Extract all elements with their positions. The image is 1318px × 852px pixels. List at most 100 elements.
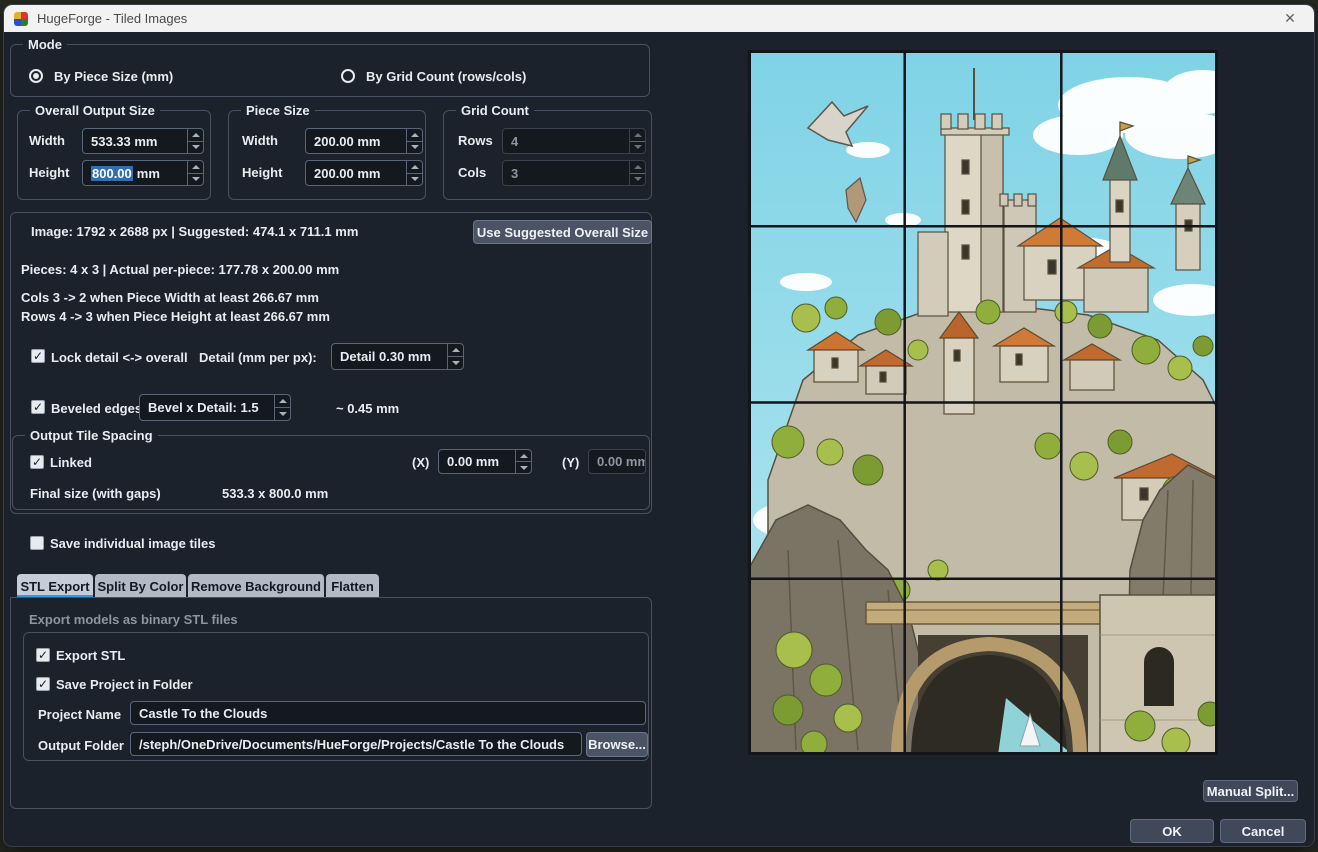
linked-checkbox[interactable] (30, 455, 44, 469)
beveled-edges-checkbox[interactable] (31, 400, 45, 414)
tab-split-by-color[interactable]: Split By Color (95, 574, 186, 598)
project-name-label: Project Name (38, 706, 121, 723)
by-grid-count-radio[interactable] (341, 69, 355, 83)
tiled-preview-image[interactable] (748, 50, 1218, 755)
mode-group-label: Mode (23, 37, 67, 52)
spin-up-icon[interactable] (630, 161, 645, 173)
spin-down-icon[interactable] (188, 173, 203, 186)
piece-height-value[interactable]: 200.00 mm (306, 161, 406, 185)
grid-rows-spinbox[interactable]: 4 (502, 128, 646, 154)
grid-cols-label: Cols (458, 164, 486, 181)
grid-rows-value[interactable]: 4 (503, 129, 629, 153)
spin-up-icon[interactable] (188, 129, 203, 141)
overall-width-value[interactable]: 533.33 mm (83, 129, 187, 153)
piece-width-value[interactable]: 200.00 mm (306, 129, 406, 153)
piece-height-spinbox[interactable]: 200.00 mm (305, 160, 423, 186)
detail-mm-per-px-label: Detail (mm per px): (199, 349, 317, 366)
dialog-content: Mode By Piece Size (mm) By Grid Count (r… (4, 32, 1314, 846)
export-stl-checkbox[interactable] (36, 648, 50, 662)
piece-height-label: Height (242, 164, 282, 181)
grid-cols-value[interactable]: 3 (503, 161, 629, 185)
spin-down-icon[interactable] (407, 141, 422, 154)
spin-up-icon[interactable] (188, 161, 203, 173)
by-piece-size-radio[interactable] (29, 69, 43, 83)
by-grid-count-label[interactable]: By Grid Count (rows/cols) (366, 68, 526, 85)
size-info-panel: Image: 1792 x 2688 px | Suggested: 474.1… (10, 212, 652, 514)
spin-down-icon[interactable] (448, 356, 463, 369)
spin-down-icon[interactable] (630, 173, 645, 186)
piece-width-label: Width (242, 132, 278, 149)
tab-flatten[interactable]: Flatten (326, 574, 379, 598)
stl-options-group: Export STL Save Project in Folder Projec… (23, 632, 649, 761)
spin-down-icon[interactable] (275, 407, 290, 420)
cancel-button[interactable]: Cancel (1220, 819, 1306, 843)
save-individual-tiles-checkbox[interactable] (30, 536, 44, 550)
image-info-line: Image: 1792 x 2688 px | Suggested: 474.1… (31, 223, 358, 240)
spin-down-icon[interactable] (630, 141, 645, 154)
final-size-value: 533.3 x 800.0 mm (222, 485, 328, 502)
manual-split-button[interactable]: Manual Split... (1203, 780, 1298, 802)
bevel-value[interactable]: Bevel x Detail: 1.5 (140, 395, 274, 420)
close-icon[interactable]: ✕ (1276, 10, 1304, 27)
grid-count-group: Grid Count Rows 4 Cols 3 (443, 110, 652, 200)
spin-down-icon[interactable] (407, 173, 422, 186)
spin-down-icon[interactable] (516, 461, 531, 473)
overall-output-size-label: Overall Output Size (30, 103, 160, 118)
stl-subtitle: Export models as binary STL files (29, 611, 238, 628)
export-stl-label[interactable]: Export STL (56, 647, 125, 664)
spacing-x-spinbox[interactable]: 0.00 mm (438, 449, 532, 474)
save-project-checkbox[interactable] (36, 677, 50, 691)
overall-height-value[interactable]: 800.00mm (83, 161, 187, 185)
output-tile-spacing-label: Output Tile Spacing (25, 428, 158, 443)
stl-export-pane: Export models as binary STL files Export… (10, 597, 652, 809)
tab-remove-background[interactable]: Remove Background (188, 574, 324, 598)
spin-up-icon[interactable] (448, 344, 463, 356)
detail-spinbox[interactable]: Detail 0.30 mm (331, 343, 464, 370)
title-bar: HugeForge - Tiled Images ✕ (4, 5, 1314, 32)
piece-width-spinbox[interactable]: 200.00 mm (305, 128, 423, 154)
spin-up-icon[interactable] (630, 129, 645, 141)
pieces-info-line: Pieces: 4 x 3 | Actual per-piece: 177.78… (21, 261, 339, 278)
piece-size-group: Piece Size Width 200.00 mm Height 200.00… (228, 110, 426, 200)
spin-down-icon[interactable] (188, 141, 203, 154)
mode-group: Mode By Piece Size (mm) By Grid Count (r… (10, 44, 650, 97)
output-folder-input[interactable]: /steph/OneDrive/Documents/HueForge/Proje… (130, 732, 582, 756)
spin-up-icon[interactable] (516, 450, 531, 461)
ok-button[interactable]: OK (1130, 819, 1214, 843)
overall-height-label: Height (29, 164, 69, 181)
cols-threshold-line: Cols 3 -> 2 when Piece Width at least 26… (21, 289, 319, 306)
bevel-spinbox[interactable]: Bevel x Detail: 1.5 (139, 394, 291, 421)
save-individual-tiles-label[interactable]: Save individual image tiles (50, 535, 215, 552)
project-name-input[interactable]: Castle To the Clouds (130, 701, 646, 725)
linked-label[interactable]: Linked (50, 454, 92, 471)
final-size-label: Final size (with gaps) (30, 485, 161, 502)
grid-cols-spinbox[interactable]: 3 (502, 160, 646, 186)
browse-button[interactable]: Browse... (586, 732, 648, 757)
lock-detail-checkbox[interactable] (31, 349, 45, 363)
spin-up-icon[interactable] (275, 395, 290, 407)
grid-rows-label: Rows (458, 132, 493, 149)
spacing-y-spinbox[interactable]: 0.00 mm (588, 449, 646, 474)
beveled-edges-label[interactable]: Beveled edges (51, 400, 142, 417)
by-piece-size-label[interactable]: By Piece Size (mm) (54, 68, 173, 85)
output-folder-label: Output Folder (38, 737, 124, 754)
spin-up-icon[interactable] (407, 161, 422, 173)
spacing-x-label: (X) (412, 454, 429, 471)
detail-value[interactable]: Detail 0.30 mm (332, 344, 447, 369)
spin-up-icon[interactable] (407, 129, 422, 141)
selected-text: 800.00 (91, 166, 133, 181)
use-suggested-size-button[interactable]: Use Suggested Overall Size (473, 220, 652, 244)
overall-output-size-group: Overall Output Size Width 533.33 mm Heig… (17, 110, 211, 200)
overall-width-spinbox[interactable]: 533.33 mm (82, 128, 204, 154)
overall-height-spinbox[interactable]: 800.00mm (82, 160, 204, 186)
lock-detail-label[interactable]: Lock detail <-> overall (51, 349, 188, 366)
spacing-y-label: (Y) (562, 454, 579, 471)
grid-count-label: Grid Count (456, 103, 534, 118)
tiled-images-dialog: HugeForge - Tiled Images ✕ Mode By Piece… (4, 5, 1314, 846)
spacing-x-value[interactable]: 0.00 mm (439, 450, 515, 473)
save-project-label[interactable]: Save Project in Folder (56, 676, 193, 693)
output-tile-spacing-group: Output Tile Spacing Linked (X) 0.00 mm (… (12, 435, 650, 510)
spacing-y-value[interactable]: 0.00 mm (589, 450, 645, 473)
window-title: HugeForge - Tiled Images (37, 11, 187, 26)
tab-stl-export[interactable]: STL Export (17, 574, 93, 598)
